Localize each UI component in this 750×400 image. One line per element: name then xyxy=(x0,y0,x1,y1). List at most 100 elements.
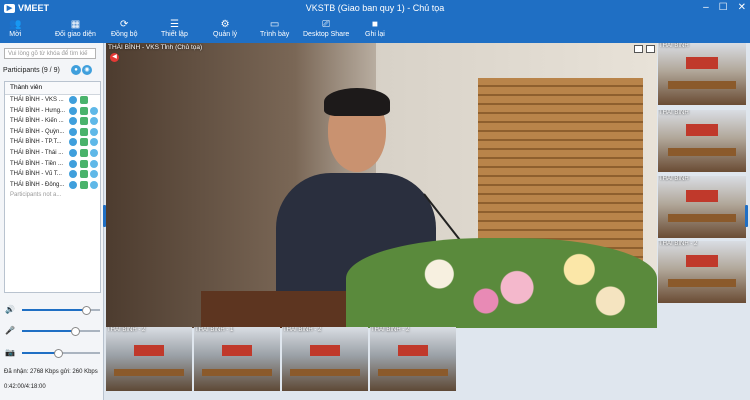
video-tile[interactable]: THÁI BÌNH - 2 xyxy=(658,241,746,303)
layout-icon: ▦ xyxy=(70,19,81,30)
meeting-timer: 0:42:00/4:18:00 xyxy=(4,384,46,390)
video-tile-label: THÁI BÌNH xyxy=(659,176,689,182)
manage-button[interactable]: ⚙ Quản lý xyxy=(213,19,237,38)
minimize-icon[interactable]: – xyxy=(703,2,709,13)
change-layout-label: Đổi giao diện xyxy=(55,31,96,38)
mic-status-icon[interactable] xyxy=(69,180,77,189)
manage-label: Quản lý xyxy=(213,31,238,38)
mic-volume-knob[interactable] xyxy=(71,327,81,336)
settings-button[interactable]: ☰ Thiết lập xyxy=(161,19,188,38)
list-item[interactable]: THÁI BÌNH - Vũ T... xyxy=(5,169,100,180)
mic-status-icon[interactable] xyxy=(69,117,77,126)
desktop-share-icon: ⎚ xyxy=(322,19,331,30)
settings-label: Thiết lập xyxy=(161,31,188,38)
speaker-icon: 🔊 xyxy=(5,305,15,314)
speaker-volume-slider[interactable]: 🔊 xyxy=(4,305,100,315)
close-icon[interactable]: ✕ xyxy=(738,2,746,13)
signal-icon xyxy=(90,117,98,126)
tile-mic-icon[interactable] xyxy=(634,45,643,53)
main-toolbar: 👥 Mời ▦ Đổi giao diện ⟳ Đồng bộ ☰ Thiết … xyxy=(0,17,750,43)
main-video[interactable]: THÁI BÌNH - VKS Tỉnh (Chủ tọa) ◀ xyxy=(106,43,657,328)
video-tile[interactable]: THÁI BÌNH - 2 xyxy=(282,327,368,391)
record-button[interactable]: ■ Ghi lại xyxy=(365,19,385,38)
settings-icon: ☰ xyxy=(169,19,179,30)
camera-icon: 📷 xyxy=(5,348,15,357)
video-status-icon[interactable] xyxy=(80,138,88,147)
record-label: Ghi lại xyxy=(365,31,385,38)
microphone-icon: 🎤 xyxy=(5,326,15,335)
list-item[interactable]: THÁI BÌNH - Quỳn... xyxy=(5,127,100,138)
list-item[interactable]: THÁI BÌNH - Kiến ... xyxy=(5,116,100,127)
video-tile[interactable]: THÁI BÌNH - 2 xyxy=(370,327,456,391)
sync-button[interactable]: ⟳ Đồng bộ xyxy=(111,19,137,38)
desktop-share-button[interactable]: ⎚ Desktop Share xyxy=(303,19,349,38)
signal-icon xyxy=(90,148,98,157)
camera-level-knob[interactable] xyxy=(53,349,63,358)
list-item[interactable]: THÁI BÌNH - Tiền ... xyxy=(5,159,100,170)
tile-video-icon[interactable] xyxy=(646,45,655,53)
window-controls: – ☐ ✕ xyxy=(703,2,746,13)
video-tile-label: THÁI BÌNH - 1 xyxy=(195,327,234,333)
mic-status-icon[interactable] xyxy=(69,127,77,136)
mic-status-icon[interactable] xyxy=(69,159,77,168)
signal-icon xyxy=(90,127,98,136)
invite-button[interactable]: 👥 Mời xyxy=(9,19,21,38)
microphone-icon[interactable]: ● xyxy=(71,65,81,75)
title-bar: ▶ VMEET VKSTB (Giao ban quy 1) - Chủ tọa… xyxy=(0,0,750,17)
participants-sidebar: Vui lòng gõ từ khóa để tìm kiế Participa… xyxy=(0,43,104,400)
video-tile[interactable]: THÁI BÌNH xyxy=(658,176,746,238)
mic-status-icon[interactable] xyxy=(69,148,77,157)
camera-brightness-slider[interactable]: 📷 xyxy=(4,348,100,358)
record-icon: ■ xyxy=(371,19,378,30)
speaker-volume-knob[interactable] xyxy=(81,306,91,315)
video-tile[interactable]: THÁI BÌNH - 2 xyxy=(106,327,192,391)
mic-status-icon[interactable] xyxy=(69,106,77,115)
video-status-icon[interactable] xyxy=(80,106,88,115)
sync-icon: ⟳ xyxy=(120,19,129,30)
present-button[interactable]: ▭ Trình bày xyxy=(260,19,289,38)
desktop-share-label: Desktop Share xyxy=(303,31,350,38)
maximize-icon[interactable]: ☐ xyxy=(719,2,728,13)
mic-status-icon[interactable] xyxy=(69,138,77,147)
list-item[interactable]: THÁI BÌNH - TP.T... xyxy=(5,137,100,148)
video-status-icon[interactable] xyxy=(80,127,88,136)
video-status-icon[interactable] xyxy=(80,148,88,157)
video-status-icon[interactable] xyxy=(80,170,88,179)
signal-icon xyxy=(90,180,98,189)
video-status-icon[interactable] xyxy=(80,180,88,189)
participants-title: Participants (9 / 9) xyxy=(3,67,60,74)
video-tile-label: THÁI BÌNH - 2 xyxy=(107,327,146,333)
participant-list: Thành viên THÁI BÌNH - VKS ... THÁI BÌNH… xyxy=(4,81,101,293)
video-tile[interactable]: THÁI BÌNH - 1 xyxy=(194,327,280,391)
invite-icon: 👥 xyxy=(9,19,22,30)
video-status-icon[interactable] xyxy=(80,117,88,126)
list-item[interactable]: THÁI BÌNH - Đông... xyxy=(5,180,100,191)
list-item[interactable]: THÁI BÌNH - Hưng... xyxy=(5,106,100,117)
video-tile[interactable]: THÁI BÌNH xyxy=(658,43,746,105)
video-status-icon[interactable] xyxy=(80,96,88,104)
search-input[interactable]: Vui lòng gõ từ khóa để tìm kiế xyxy=(4,48,96,59)
video-status-icon[interactable] xyxy=(80,159,88,168)
mic-volume-slider[interactable]: 🎤 xyxy=(4,326,100,336)
bitrate-status: Đã nhận: 2768 Kbps gửi: 260 Kbps xyxy=(4,369,98,375)
hangup-icon[interactable]: ◀ xyxy=(110,53,119,62)
main-video-label: THÁI BÌNH - VKS Tỉnh (Chủ tọa) xyxy=(108,44,203,51)
signal-icon xyxy=(90,159,98,168)
signal-icon xyxy=(90,170,98,179)
mic-status-icon[interactable] xyxy=(69,96,77,104)
participants-not-available: Participants not a... xyxy=(10,192,62,199)
mic-status-icon[interactable] xyxy=(69,170,77,179)
change-layout-button[interactable]: ▦ Đổi giao diện xyxy=(55,19,96,38)
video-tile[interactable]: THÁI BÌNH xyxy=(658,110,746,172)
sync-label: Đồng bộ xyxy=(111,31,138,38)
flower-arrangement xyxy=(346,238,657,328)
list-item[interactable]: THÁI BÌNH - Thái ... xyxy=(5,148,100,159)
camera-icon[interactable]: ◉ xyxy=(82,65,92,75)
right-column-handle[interactable] xyxy=(745,205,748,227)
video-tile-label: THÁI BÌNH - 2 xyxy=(659,241,698,247)
list-item[interactable]: THÁI BÌNH - VKS ... xyxy=(5,95,100,106)
present-label: Trình bày xyxy=(260,31,290,38)
present-icon: ▭ xyxy=(269,19,280,30)
video-tile-label: THÁI BÌNH xyxy=(659,43,689,49)
window-title: VKSTB (Giao ban quy 1) - Chủ tọa xyxy=(305,3,445,13)
